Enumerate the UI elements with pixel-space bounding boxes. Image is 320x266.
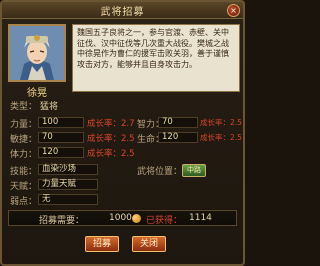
- type-label: 类型：: [10, 102, 38, 112]
- cost-value: 1000: [109, 213, 132, 223]
- talent-value[interactable]: 力量天赋: [38, 179, 98, 190]
- strength-growth: 成长率：2.7: [87, 119, 135, 129]
- hero-biography: 魏国五子良将之一，参与官渡、赤壁、关中征伐、汉中征伐等几次重大战役。樊城之战中徐…: [72, 24, 240, 92]
- recruit-hero-dialog: 武将招募 × 徐晃 魏国五子良将之一，参与官渡、赤壁、关中征伐、汉中征伐等几次重…: [0, 0, 245, 266]
- hero-portrait: [8, 24, 66, 82]
- intelligence-growth: 成长率：2.5: [200, 118, 242, 127]
- type-value: 猛将: [40, 102, 59, 112]
- skill-value[interactable]: 血染沙场: [38, 164, 98, 175]
- close-icon[interactable]: ×: [227, 4, 240, 17]
- intelligence-value: 70: [158, 117, 198, 128]
- dialog-titlebar: 武将招募 ×: [2, 2, 243, 19]
- recruit-cost-bar: 招募需要： 1000 已获得： 1114: [8, 210, 237, 226]
- weakness-value: 无: [38, 194, 98, 205]
- owned-label: 已获得：: [146, 216, 183, 226]
- stamina-growth: 成长率：2.5: [87, 149, 135, 159]
- health-value: 120: [158, 132, 198, 143]
- recruit-button[interactable]: 招募: [85, 236, 119, 252]
- hero-name: 徐晃: [27, 88, 47, 99]
- weakness-label: 弱点：: [10, 197, 38, 207]
- coin-icon: [132, 214, 141, 223]
- cost-label: 招募需要：: [39, 216, 85, 226]
- health-growth: 成长率：2.5: [200, 133, 242, 142]
- skill-label: 技能：: [10, 167, 38, 177]
- owned-value: 1114: [189, 213, 212, 223]
- agility-growth: 成长率：2.5: [87, 134, 135, 144]
- agility-label: 敏捷：: [10, 135, 38, 145]
- hero-portrait-image: [10, 26, 64, 80]
- position-label: 武将位置：: [137, 167, 183, 177]
- strength-value: 100: [38, 117, 84, 128]
- dialog-title: 武将招募: [100, 7, 145, 18]
- talent-label: 天赋：: [10, 182, 38, 192]
- strength-label: 力量：: [10, 120, 38, 130]
- agility-value: 70: [38, 132, 84, 143]
- position-badge-icon: 中路: [182, 164, 206, 177]
- close-button[interactable]: 关闭: [132, 236, 166, 252]
- stamina-label: 体力：: [10, 150, 38, 160]
- stamina-value: 120: [38, 147, 84, 158]
